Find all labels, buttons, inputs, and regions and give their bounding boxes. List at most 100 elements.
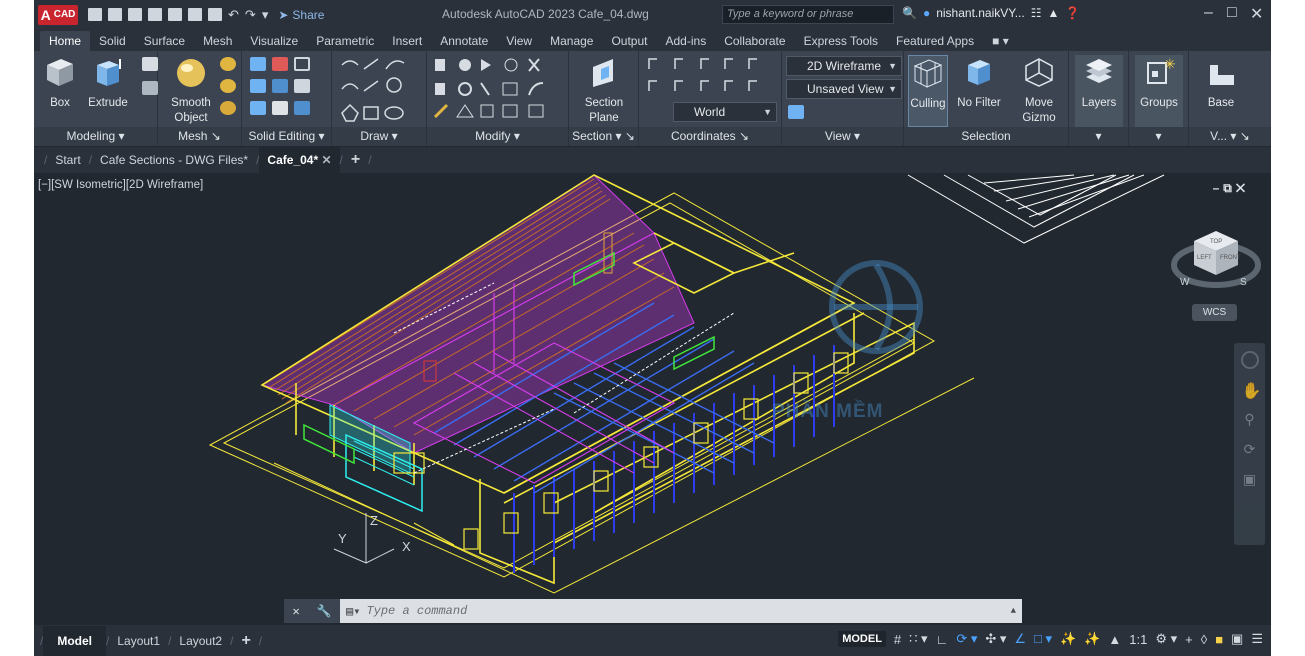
ribbon-minimize-button[interactable]: ■ ▾ <box>983 31 1018 51</box>
layout-tab-model[interactable]: Model <box>43 625 107 656</box>
help-icon[interactable]: ❓ <box>1065 6 1080 20</box>
recent-commands-icon[interactable]: ▤▾ <box>346 604 360 619</box>
annotation-visibility-icon[interactable]: ✨ <box>1060 631 1076 647</box>
redo-icon[interactable]: ↷ <box>245 7 256 23</box>
tab-solid[interactable]: Solid <box>90 31 135 51</box>
tab-parametric[interactable]: Parametric <box>307 31 383 51</box>
tab-manage[interactable]: Manage <box>541 31 602 51</box>
user-name[interactable]: nishant.naikVY... <box>936 6 1025 20</box>
customize-cmd-icon[interactable]: 🔧 <box>317 604 332 619</box>
fillet-edge-icon[interactable] <box>294 101 310 115</box>
command-input[interactable]: Type a command <box>366 604 467 618</box>
model-space-toggle[interactable]: MODEL <box>838 631 886 647</box>
file-tab-start[interactable]: Start <box>47 147 88 173</box>
minimize-icon[interactable]: – <box>1204 4 1213 22</box>
viewcube-front-label[interactable]: FRONT <box>1220 255 1241 261</box>
help-search-input[interactable]: Type a keyword or phrase <box>722 5 894 24</box>
tab-collaborate[interactable]: Collaborate <box>715 31 794 51</box>
vp-restore-icon[interactable]: ⧉ <box>1223 181 1236 195</box>
viewcube-left-label[interactable]: LEFT <box>1197 255 1212 261</box>
viewcube-top-label[interactable]: TOP <box>1210 239 1222 245</box>
panel-title-mesh[interactable]: Mesh ↘ <box>158 127 241 146</box>
drawing-viewport[interactable]: Y Z X TOP LEFT FRONT W S [−][SW Isometri <box>34 173 1271 625</box>
wireframe-model[interactable]: Y Z X TOP LEFT FRONT W S <box>34 173 1271 625</box>
union-icon[interactable] <box>250 57 266 71</box>
compass-s-label[interactable]: S <box>1240 277 1247 288</box>
layout-tab-layout2[interactable]: Layout2 <box>171 634 230 648</box>
snap-icon[interactable]: ∷ ▾ <box>909 631 927 647</box>
shell-icon[interactable] <box>272 101 288 115</box>
new-layout-button[interactable]: + <box>233 632 258 650</box>
subtract-icon[interactable] <box>272 57 288 71</box>
annotation-autoscale-icon[interactable]: ✨ <box>1084 631 1100 647</box>
cart-icon[interactable]: ☷ <box>1031 6 1042 20</box>
box-button[interactable]: Box <box>40 55 80 111</box>
extract-edges-icon[interactable] <box>294 79 310 93</box>
tab-express-tools[interactable]: Express Tools <box>795 31 887 51</box>
tab-surface[interactable]: Surface <box>135 31 194 51</box>
vp-minimize-icon[interactable]: – <box>1213 181 1224 195</box>
culling-button[interactable]: Culling <box>908 55 948 127</box>
pan-hand-icon[interactable]: ✋ <box>1242 381 1262 400</box>
wcs-menu[interactable]: WCS <box>1192 304 1237 321</box>
viewport-config-icon[interactable] <box>788 105 804 119</box>
thicken-icon[interactable] <box>272 79 288 93</box>
layers-button[interactable]: Layers <box>1075 55 1123 127</box>
zoom-extents-icon[interactable]: ⚲ <box>1242 411 1258 429</box>
tab-output[interactable]: Output <box>602 31 656 51</box>
new-icon[interactable] <box>88 8 102 21</box>
layout-tab-layout1[interactable]: Layout1 <box>109 634 168 648</box>
tab-view[interactable]: View <box>497 31 541 51</box>
panel-title-coordinates[interactable]: Coordinates ↘ <box>639 127 781 146</box>
tab-annotate[interactable]: Annotate <box>431 31 497 51</box>
annotation-monitor-icon[interactable]: + <box>1185 632 1193 647</box>
customization-menu-icon[interactable]: ☰ <box>1251 631 1263 647</box>
panel-title-section[interactable]: Section ▾ ↘ <box>569 127 638 146</box>
app-menu-button[interactable]: A CAD <box>38 4 78 25</box>
ortho-icon[interactable]: ∟ <box>936 632 949 647</box>
isodraft-icon[interactable]: ✣ ▾ <box>985 631 1006 647</box>
orbit-icon[interactable]: ⟳ <box>1242 441 1258 459</box>
panel-title-draw[interactable]: Draw ▾ <box>332 127 426 146</box>
extrude-button[interactable]: Extrude <box>86 55 130 111</box>
refine-mesh-icon[interactable] <box>220 101 236 115</box>
polar-tracking-icon[interactable]: ⟳ ▾ <box>956 631 977 647</box>
panel-title-layers[interactable]: ▾ <box>1069 127 1128 146</box>
file-tab-cafe-sections[interactable]: Cafe Sections - DWG Files* <box>92 147 256 173</box>
grid-icon[interactable]: # <box>894 632 901 647</box>
steering-wheel-icon[interactable] <box>1240 351 1259 369</box>
save-icon[interactable] <box>128 8 142 21</box>
close-cmd-icon[interactable]: ✕ <box>292 604 299 619</box>
annotation-scale-icon[interactable]: ▲ <box>1108 632 1121 647</box>
viewcube[interactable]: TOP LEFT FRONT W S <box>1171 231 1261 288</box>
base-button[interactable]: Base <box>1197 55 1245 111</box>
panel-title-v[interactable]: V... ▾ ↘ <box>1189 127 1271 146</box>
smooth-less-icon[interactable] <box>220 79 236 93</box>
ucs-world-dropdown[interactable]: World ▼ <box>673 102 777 122</box>
close-tab-icon[interactable]: ✕ <box>321 153 331 167</box>
panel-title-modeling[interactable]: Modeling ▾ <box>34 127 157 146</box>
viewport-controls-label[interactable]: [−][SW Isometric][2D Wireframe] <box>38 179 203 191</box>
visual-style-dropdown[interactable]: 2D Wireframe ▼ <box>786 56 902 76</box>
close-icon[interactable]: ✕ <box>1250 4 1263 24</box>
search-icon[interactable]: 🔍 <box>902 6 917 20</box>
tab-insert[interactable]: Insert <box>383 31 431 51</box>
no-filter-button[interactable]: No Filter <box>954 55 1004 111</box>
tab-home[interactable]: Home <box>40 31 91 51</box>
command-line[interactable]: ✕ 🔧 ▤▾ Type a command ▲ <box>284 599 1022 623</box>
named-view-dropdown[interactable]: Unsaved View ▼ <box>786 79 902 99</box>
object-snap-icon[interactable]: □ ▾ <box>1034 631 1052 647</box>
annotation-scale-value[interactable]: 1:1 <box>1129 632 1147 647</box>
tab-featured-apps[interactable]: Featured Apps <box>887 31 983 51</box>
panel-title-modify[interactable]: Modify ▾ <box>427 127 568 146</box>
undo-icon[interactable]: ↶ <box>228 7 239 23</box>
smooth-more-icon[interactable] <box>220 57 236 71</box>
separate-icon[interactable] <box>250 101 266 115</box>
slice-icon[interactable] <box>250 79 266 93</box>
plot-icon[interactable] <box>208 8 222 21</box>
new-tab-button[interactable]: + <box>343 147 368 173</box>
tab-mesh[interactable]: Mesh <box>194 31 241 51</box>
customize-qa-icon[interactable]: ▾ <box>262 7 269 23</box>
intersect-icon[interactable] <box>294 57 310 71</box>
command-history-icon[interactable]: ▲ <box>1011 606 1016 616</box>
